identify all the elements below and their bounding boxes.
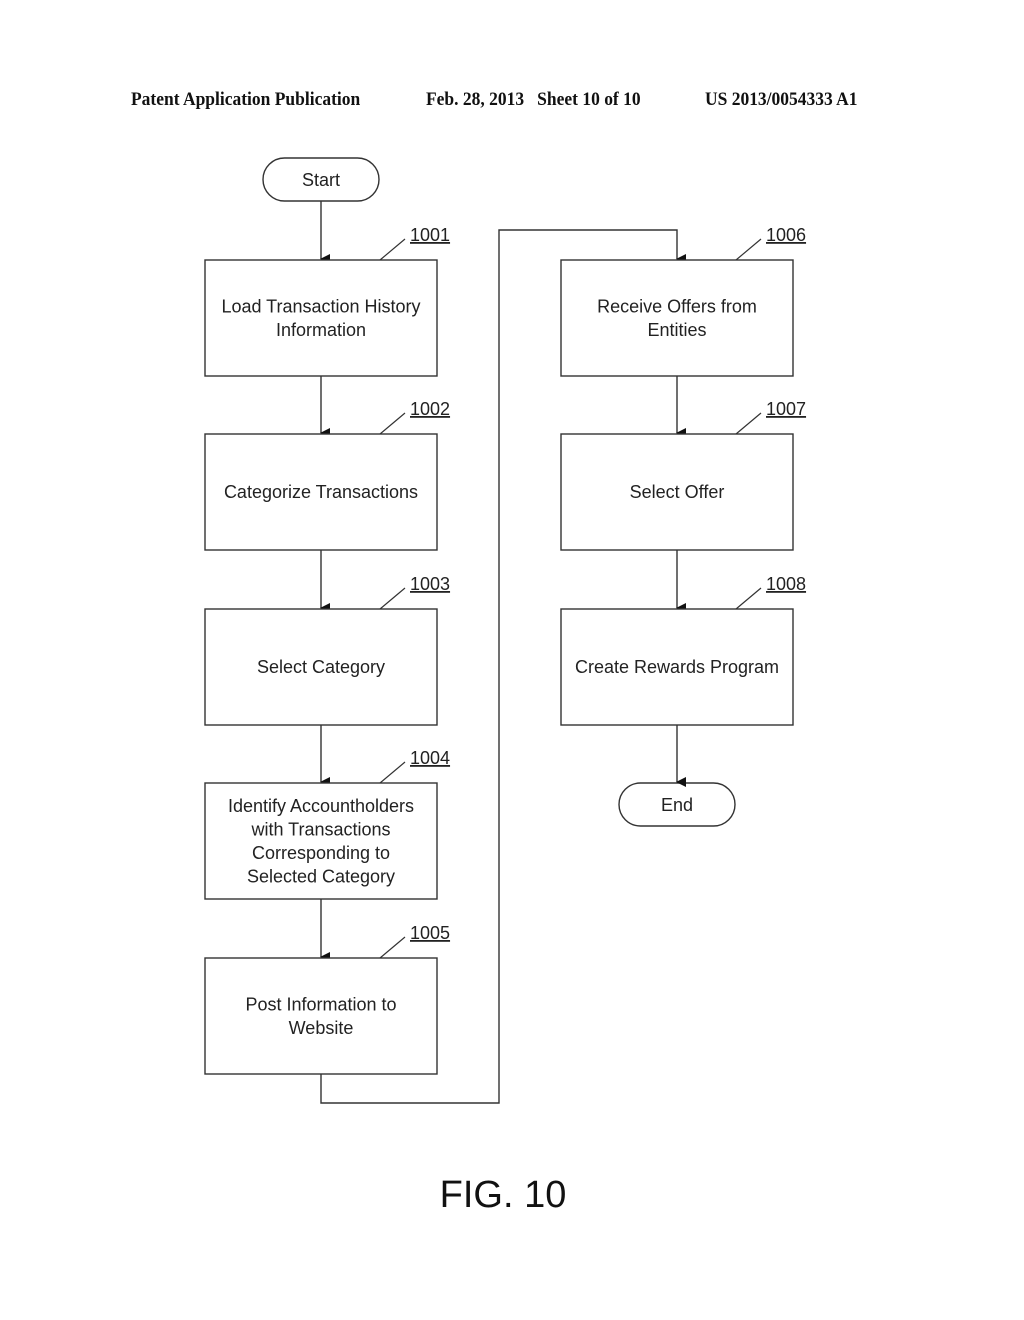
step-label: Receive Offers from bbox=[597, 296, 757, 316]
step-label: Identify Accountholders bbox=[228, 796, 414, 816]
step-1007: Select Offer 1007 bbox=[560, 399, 806, 551]
step-1002: Categorize Transactions 1002 bbox=[204, 399, 450, 551]
reference-leader-line bbox=[379, 936, 406, 959]
step-label: Post Information to bbox=[245, 994, 396, 1014]
step-1006: Receive Offers from Entities 1006 bbox=[560, 225, 806, 377]
step-label: with Transactions bbox=[250, 819, 390, 839]
reference-numeral: 1004 bbox=[410, 748, 450, 768]
reference-leader-line bbox=[379, 761, 406, 784]
reference-numeral: 1003 bbox=[410, 574, 450, 594]
reference-numeral: 1008 bbox=[766, 574, 806, 594]
reference-leader-line bbox=[379, 412, 406, 435]
step-label: Selected Category bbox=[247, 866, 395, 886]
step-label: Select Category bbox=[257, 657, 385, 677]
reference-numeral: 1002 bbox=[410, 399, 450, 419]
reference-leader-line bbox=[735, 587, 762, 610]
end-terminal: End bbox=[618, 782, 736, 827]
step-label: Website bbox=[289, 1018, 354, 1038]
reference-leader-line bbox=[379, 238, 406, 261]
step-label: Load Transaction History bbox=[221, 296, 420, 316]
flowchart: Start End Load Transaction History Inform… bbox=[204, 157, 806, 1216]
step-1004: Identify Accountholders with Transactions… bbox=[204, 748, 450, 900]
step-label: Entities bbox=[647, 320, 706, 340]
start-label: Start bbox=[302, 170, 340, 190]
reference-leader-line bbox=[735, 238, 762, 261]
reference-leader-line bbox=[735, 412, 762, 435]
end-label: End bbox=[661, 795, 693, 815]
step-label: Categorize Transactions bbox=[224, 482, 418, 502]
figure-label: FIG. 10 bbox=[440, 1174, 567, 1216]
step-label: Corresponding to bbox=[252, 843, 390, 863]
step-1001: Load Transaction History Information 1001 bbox=[204, 225, 450, 377]
reference-numeral: 1006 bbox=[766, 225, 806, 245]
step-1003: Select Category 1003 bbox=[204, 574, 450, 726]
step-box bbox=[204, 957, 438, 1075]
start-terminal: Start bbox=[262, 157, 380, 202]
step-box bbox=[204, 259, 438, 377]
reference-numeral: 1005 bbox=[410, 923, 450, 943]
step-label: Information bbox=[276, 320, 366, 340]
step-1008: Create Rewards Program 1008 bbox=[560, 574, 806, 726]
step-label: Create Rewards Program bbox=[575, 657, 779, 677]
step-box bbox=[560, 259, 794, 377]
step-label: Select Offer bbox=[630, 482, 725, 502]
step-1005: Post Information to Website 1005 bbox=[204, 923, 450, 1075]
reference-numeral: 1001 bbox=[410, 225, 450, 245]
reference-numeral: 1007 bbox=[766, 399, 806, 419]
reference-leader-line bbox=[379, 587, 406, 610]
